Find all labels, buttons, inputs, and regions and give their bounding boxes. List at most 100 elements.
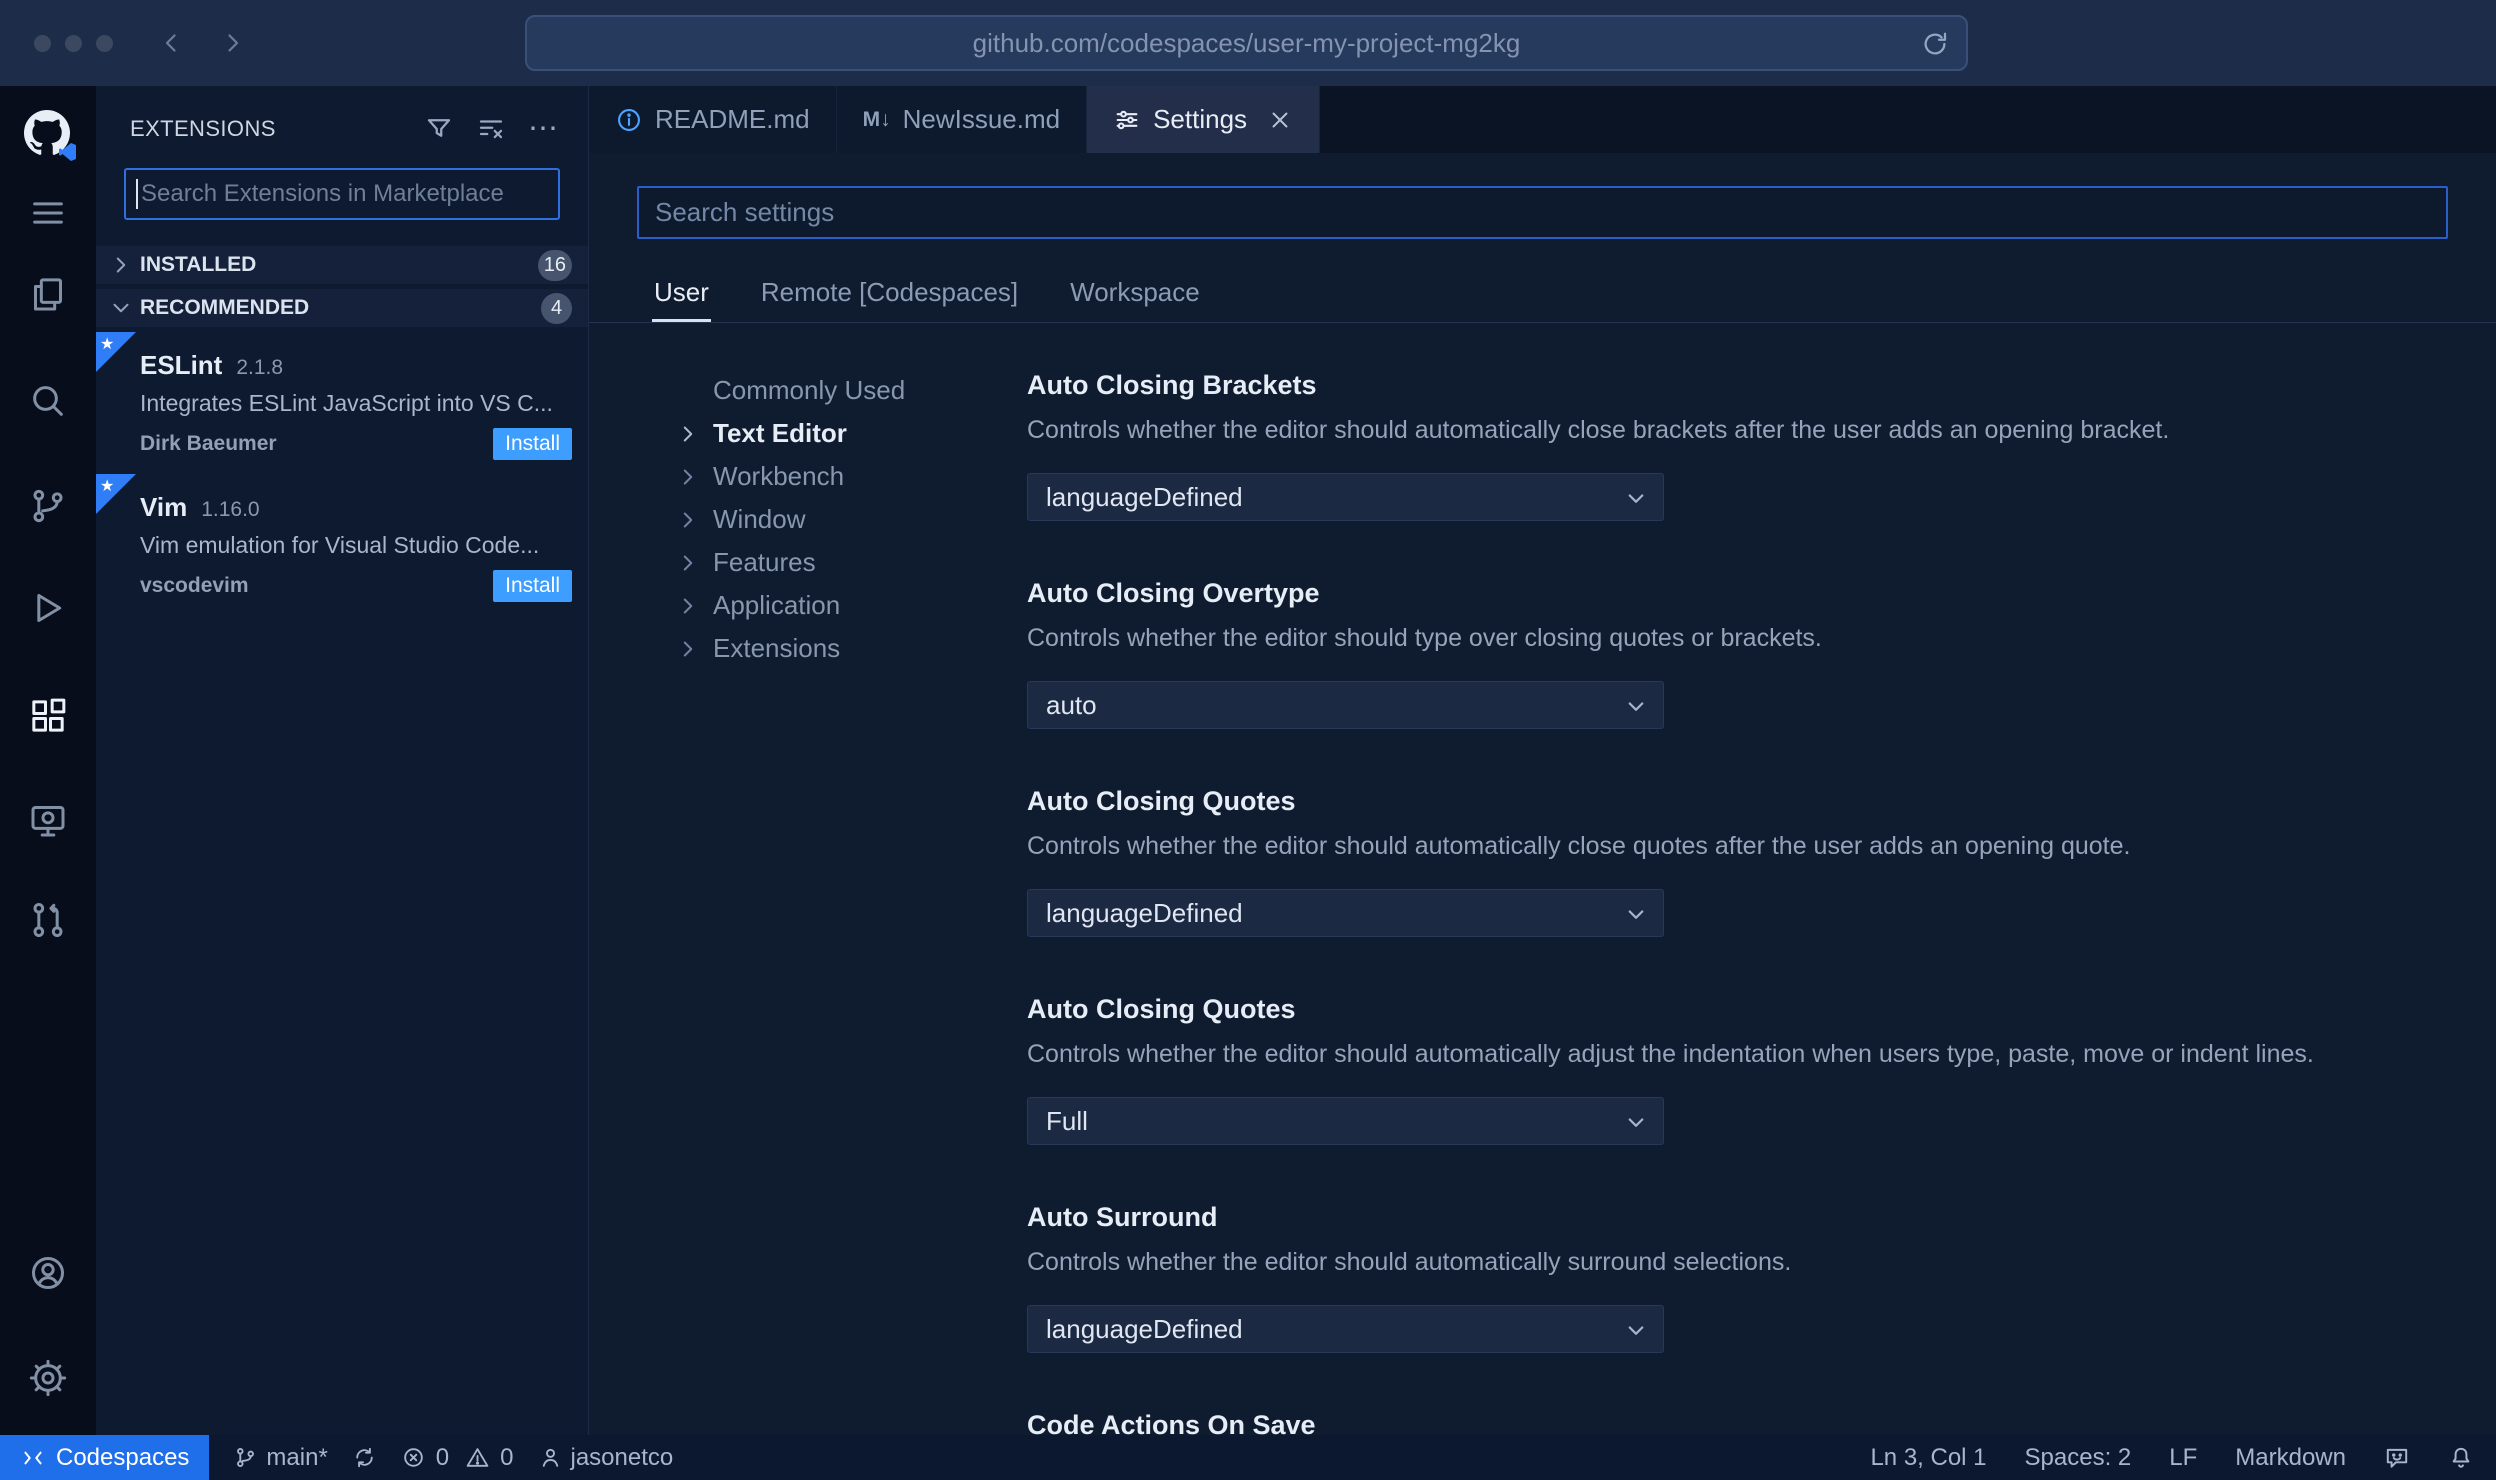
window-controls <box>34 34 113 52</box>
setting-title: Code Actions On Save <box>1027 1410 1316 1435</box>
extension-author: vscodevim <box>140 574 249 597</box>
info-icon <box>618 108 640 131</box>
activity-remote-explorer-button[interactable] <box>0 784 96 856</box>
github-codespaces-home-button[interactable] <box>0 98 96 170</box>
source-control-icon <box>33 489 63 523</box>
setting-dropdown[interactable]: Full <box>1027 1097 1664 1145</box>
toc-extensions[interactable]: Extensions <box>675 627 1027 670</box>
setting-description: Controls whether the editor should autom… <box>1027 1248 1792 1276</box>
activity-run-debug-button[interactable] <box>0 572 96 644</box>
activity-search-button[interactable] <box>0 365 96 437</box>
tab-close-button[interactable] <box>1267 107 1293 133</box>
codespaces-remote-indicator[interactable]: Codespaces <box>0 1435 210 1480</box>
extension-author: Dirk Baeumer <box>140 432 277 455</box>
extensions-search-placeholder: Search Extensions in Marketplace <box>141 180 504 207</box>
browser-back-button[interactable] <box>157 28 187 58</box>
chevron-down-icon <box>113 303 129 313</box>
chevron-left-icon <box>165 34 176 52</box>
settings-list: Auto Closing Brackets Controls whether t… <box>1027 369 2496 1435</box>
more-actions-button[interactable]: ⋯ <box>528 114 558 144</box>
settings-gear-button[interactable] <box>0 1342 96 1414</box>
account-icon <box>32 1257 64 1289</box>
toc-label: Workbench <box>713 461 845 491</box>
github-user-indicator[interactable]: jasonetco <box>538 1444 673 1472</box>
tab-newissue[interactable]: M↓ NewIssue.md <box>836 86 1088 153</box>
feedback-button[interactable] <box>2384 1445 2410 1471</box>
sync-button[interactable] <box>352 1445 377 1470</box>
toc-label: Application <box>713 590 841 620</box>
refresh-button[interactable] <box>1920 29 1950 59</box>
tab-settings[interactable]: Settings <box>1087 86 1321 153</box>
window-close-button[interactable] <box>34 34 51 52</box>
toc-application[interactable]: Application <box>675 584 1027 627</box>
filter-button[interactable] <box>424 114 454 144</box>
problems-indicator[interactable]: 0 0 <box>401 1444 514 1472</box>
extension-item-eslint[interactable]: ★ ESLint 2.1.8 Integrates ESLint JavaScr… <box>96 332 588 474</box>
setting-dropdown[interactable]: auto <box>1027 681 1664 729</box>
clear-filter-icon <box>479 120 503 139</box>
installed-count-badge: 16 <box>537 249 572 281</box>
activity-explorer-button[interactable] <box>0 258 96 330</box>
toc-window[interactable]: Window <box>675 498 1027 541</box>
setting-code-actions-on-save: Code Actions On Save <box>1027 1409 2416 1435</box>
clear-extensions-button[interactable] <box>476 114 506 144</box>
install-button[interactable]: Install <box>493 570 572 602</box>
install-button[interactable]: Install <box>493 428 572 460</box>
window-zoom-button[interactable] <box>96 34 113 52</box>
setting-auto-closing-quotes: Auto Closing Quotes Controls whether the… <box>1027 785 2416 937</box>
scope-tab-user[interactable]: User <box>652 267 711 322</box>
eol-indicator[interactable]: LF <box>2169 1444 2197 1472</box>
toc-label: Window <box>713 504 806 534</box>
account-button[interactable] <box>0 1237 96 1309</box>
toc-features[interactable]: Features <box>675 541 1027 584</box>
status-bar: Codespaces main* 0 0 jasonetco Ln 3, Col… <box>0 1435 2496 1480</box>
setting-auto-closing-brackets: Auto Closing Brackets Controls whether t… <box>1027 369 2416 521</box>
notifications-button[interactable] <box>2448 1445 2474 1471</box>
indentation-indicator[interactable]: Spaces: 2 <box>2025 1444 2132 1472</box>
gear-icon <box>29 1359 67 1397</box>
section-recommended[interactable]: RECOMMENDED 4 <box>96 289 588 327</box>
activity-extensions-button[interactable] <box>0 680 96 752</box>
language-mode[interactable]: Markdown <box>2235 1444 2346 1472</box>
chevron-right-icon <box>683 469 693 484</box>
error-count: 0 <box>435 1443 450 1471</box>
setting-dropdown[interactable]: languageDefined <box>1027 473 1664 521</box>
chevron-down-icon <box>1628 1118 1644 1127</box>
setting-description: Controls whether the editor should autom… <box>1027 832 2131 860</box>
tab-label: README.md <box>655 104 810 134</box>
setting-auto-closing-overtype: Auto Closing Overtype Controls whether t… <box>1027 577 2416 729</box>
toc-label: Features <box>713 547 816 577</box>
setting-description: Controls whether the editor should autom… <box>1027 416 2170 444</box>
chevron-right-icon <box>683 598 693 613</box>
scope-tab-workspace[interactable]: Workspace <box>1068 267 1202 322</box>
tab-label: Settings <box>1153 104 1248 134</box>
section-installed[interactable]: INSTALLED 16 <box>96 246 588 284</box>
address-bar[interactable]: github.com/codespaces/user-my-project-mg… <box>525 15 1968 71</box>
cursor-position[interactable]: Ln 3, Col 1 <box>1870 1444 1986 1472</box>
menu-button[interactable] <box>0 177 96 249</box>
setting-title: Auto Closing Quotes <box>1027 994 1296 1024</box>
setting-description: Controls whether the editor should type … <box>1027 624 1822 652</box>
toc-commonly-used[interactable]: Commonly Used <box>675 369 1027 412</box>
tab-readme[interactable]: README.md <box>589 86 837 153</box>
text-cursor <box>136 179 138 209</box>
extension-item-vim[interactable]: ★ Vim 1.16.0 Vim emulation for Visual St… <box>96 474 588 616</box>
setting-dropdown[interactable]: languageDefined <box>1027 889 1664 937</box>
chevron-right-icon <box>683 555 693 570</box>
remote-explorer-icon <box>31 806 65 837</box>
setting-dropdown[interactable]: languageDefined <box>1027 1305 1664 1353</box>
extension-name: Vim <box>140 492 188 522</box>
activity-pull-requests-button[interactable] <box>0 884 96 956</box>
settings-scope-tabs: User Remote [Codespaces] Workspace <box>589 267 2496 323</box>
chevron-down-icon <box>1628 1326 1644 1335</box>
browser-forward-button[interactable] <box>217 28 247 58</box>
section-installed-label: INSTALLED <box>140 253 257 276</box>
extensions-search-input[interactable]: Search Extensions in Marketplace <box>124 168 560 220</box>
branch-indicator[interactable]: main* <box>233 1444 328 1472</box>
toc-workbench[interactable]: Workbench <box>675 455 1027 498</box>
settings-search-input[interactable] <box>637 186 2448 239</box>
toc-text-editor[interactable]: Text Editor <box>675 412 1027 455</box>
window-minimize-button[interactable] <box>65 34 82 52</box>
activity-source-control-button[interactable] <box>0 470 96 542</box>
scope-tab-remote[interactable]: Remote [Codespaces] <box>759 267 1020 322</box>
